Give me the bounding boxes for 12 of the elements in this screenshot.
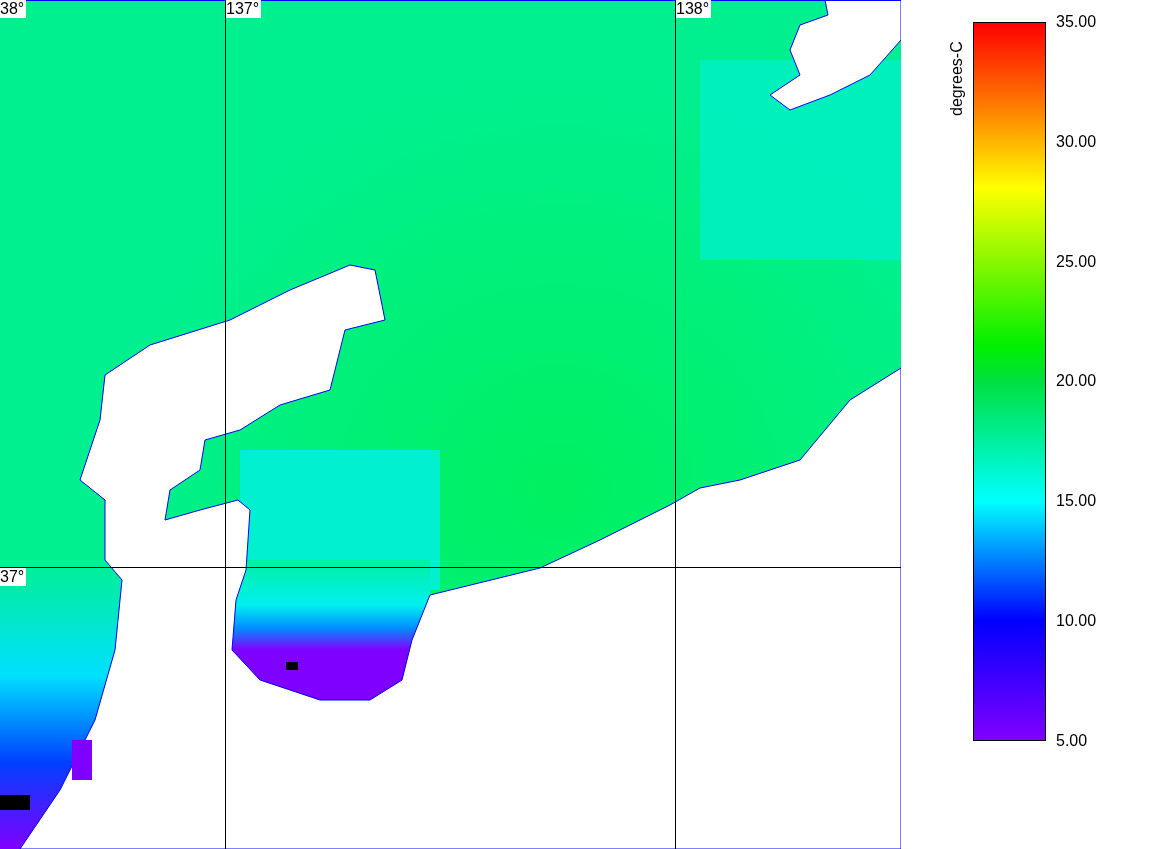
colorbar-tick-label: 25.00 bbox=[1056, 251, 1097, 272]
colorbar-tick-label: 5.00 bbox=[1056, 730, 1089, 751]
latitude-label: 37° bbox=[0, 568, 27, 586]
longitude-label: 138° bbox=[676, 0, 712, 18]
latitude-label: 38° bbox=[0, 0, 27, 18]
colorbar-tick-label: 30.00 bbox=[1056, 131, 1097, 152]
colorbar-tick-label: 15.00 bbox=[1056, 491, 1097, 512]
colorbar-tick-label: 20.00 bbox=[1056, 371, 1097, 392]
colorbar-tick-label: 35.00 bbox=[1056, 12, 1097, 32]
colorbar-title: degrees-C bbox=[948, 40, 966, 116]
colorbar-tick-label: 10.00 bbox=[1056, 611, 1097, 632]
longitude-label: 137° bbox=[226, 0, 262, 18]
